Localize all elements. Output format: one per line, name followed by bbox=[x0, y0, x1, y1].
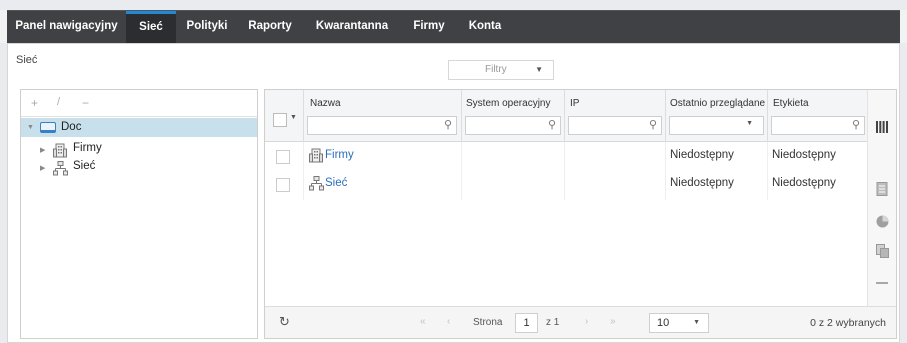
last-seen-filter-select[interactable]: ▼ bbox=[669, 116, 764, 135]
tree-node-label: Sieć bbox=[73, 160, 96, 172]
os-filter-input[interactable]: ⚲ bbox=[465, 116, 561, 135]
row-name-link[interactable]: Firmy bbox=[325, 149, 354, 161]
chevron-down-icon[interactable]: ▼ bbox=[290, 114, 297, 121]
row-name-link[interactable]: Sieć bbox=[325, 177, 347, 189]
tree-node-network[interactable]: ▶ Sieć bbox=[21, 159, 257, 178]
add-group-button[interactable]: + bbox=[31, 96, 38, 110]
table-row[interactable]: Sieć Niedostępny Niedostępny bbox=[265, 172, 863, 202]
tree-node-companies[interactable]: ▶ Firmy bbox=[21, 141, 257, 160]
network-icon bbox=[53, 161, 68, 183]
breadcrumb: Sieć bbox=[16, 54, 38, 66]
tab-companies[interactable]: Firmy bbox=[402, 11, 456, 44]
tab-accounts[interactable]: Konta bbox=[456, 11, 514, 44]
last-page-button[interactable]: » bbox=[610, 316, 616, 327]
tab-dashboard[interactable]: Panel nawigacyjny bbox=[7, 11, 126, 44]
filters-label: Filtry bbox=[485, 64, 507, 75]
select-all-checkbox[interactable] bbox=[273, 113, 287, 127]
collapse-arrow-icon[interactable]: ▼ bbox=[27, 118, 34, 137]
row-checkbox[interactable] bbox=[276, 178, 290, 192]
prev-page-button[interactable]: ‹ bbox=[447, 316, 450, 327]
row-label: Niedostępny bbox=[772, 177, 836, 189]
tab-quarantine[interactable]: Kwarantanna bbox=[302, 11, 402, 44]
tab-network[interactable]: Sieć bbox=[126, 11, 176, 44]
tree-node-label: Firmy bbox=[73, 142, 102, 154]
column-divider bbox=[767, 90, 768, 142]
page-label: Strona bbox=[473, 317, 503, 328]
tab-policies[interactable]: Polityki bbox=[176, 11, 238, 44]
group-tree-panel: + / − ▼ Doc ▶ Firmy ▶ Sieć bbox=[20, 89, 258, 339]
page-size-value: 10 bbox=[657, 317, 670, 329]
page-size-select[interactable]: 10 ▼ bbox=[649, 313, 709, 333]
column-header-last-seen[interactable]: Ostatnio przeglądane bbox=[670, 98, 765, 109]
tree-node-label: Doc bbox=[61, 121, 82, 133]
pagination-bar: ↻ « ‹ Strona 1 z 1 › » 10 ▼ 0 z 2 wybran… bbox=[265, 306, 896, 338]
report-icon[interactable] bbox=[868, 174, 896, 204]
selection-count: 0 z 2 wybranych bbox=[810, 317, 886, 329]
remove-icon[interactable] bbox=[868, 268, 896, 298]
tree-toolbar: + / − bbox=[21, 90, 257, 117]
network-icon bbox=[309, 176, 324, 194]
refresh-icon[interactable]: ↻ bbox=[279, 314, 290, 330]
chevron-down-icon: ▼ bbox=[535, 65, 543, 74]
row-checkbox[interactable] bbox=[276, 150, 290, 164]
search-icon: ⚲ bbox=[443, 119, 452, 131]
next-page-button[interactable]: › bbox=[585, 316, 588, 327]
expand-arrow-icon[interactable]: ▶ bbox=[40, 141, 45, 160]
expand-arrow-icon[interactable]: ▶ bbox=[40, 159, 45, 178]
page-content: Sieć Filtry ▼ + / − ▼ Doc ▶ Firmy ▶ Sieć… bbox=[7, 43, 900, 343]
copy-document-icon[interactable] bbox=[868, 236, 896, 266]
label-filter-input[interactable]: ⚲ bbox=[771, 116, 865, 135]
column-divider bbox=[303, 90, 304, 142]
column-header-os[interactable]: System operacyjny bbox=[466, 98, 550, 109]
column-header-name[interactable]: Nazwa bbox=[310, 98, 341, 109]
pie-chart-icon[interactable] bbox=[868, 206, 896, 236]
endpoints-grid: ▼ Nazwa ⚲ System operacyjny ⚲ IP ⚲ Ostat… bbox=[264, 89, 897, 339]
tree-node-root[interactable]: ▼ Doc bbox=[21, 118, 257, 137]
chevron-down-icon: ▼ bbox=[746, 120, 753, 127]
tab-reports[interactable]: Raporty bbox=[238, 11, 302, 44]
column-divider bbox=[461, 90, 462, 142]
row-label: Niedostępny bbox=[772, 149, 836, 161]
table-row[interactable]: Firmy Niedostępny Niedostępny bbox=[265, 144, 863, 174]
name-filter-input[interactable]: ⚲ bbox=[307, 116, 457, 135]
column-header-ip[interactable]: IP bbox=[570, 98, 579, 109]
first-page-button[interactable]: « bbox=[420, 316, 426, 327]
page-count-label: z 1 bbox=[546, 317, 560, 328]
search-icon: ⚲ bbox=[648, 119, 657, 131]
row-last-seen: Niedostępny bbox=[670, 149, 734, 161]
chevron-down-icon: ▼ bbox=[693, 319, 700, 326]
column-header-label[interactable]: Etykieta bbox=[773, 98, 809, 109]
column-divider bbox=[564, 90, 565, 142]
grid-header: ▼ Nazwa ⚲ System operacyjny ⚲ IP ⚲ Ostat… bbox=[265, 90, 896, 142]
top-navigation-bar: Panel nawigacyjny Sieć Polityki Raporty … bbox=[7, 10, 900, 44]
folder-icon bbox=[40, 121, 56, 141]
edit-group-button[interactable]: / bbox=[57, 96, 60, 108]
ip-filter-input[interactable]: ⚲ bbox=[568, 116, 662, 135]
search-icon: ⚲ bbox=[851, 119, 860, 131]
search-icon: ⚲ bbox=[547, 119, 556, 131]
top-navigation: Panel nawigacyjny Sieć Polityki Raporty … bbox=[0, 10, 907, 44]
page-number-input[interactable]: 1 bbox=[515, 313, 538, 333]
row-last-seen: Niedostępny bbox=[670, 177, 734, 189]
columns-icon[interactable] bbox=[868, 112, 896, 142]
remove-group-button[interactable]: − bbox=[82, 96, 89, 110]
action-sidebar bbox=[867, 90, 896, 338]
filters-dropdown[interactable]: Filtry ▼ bbox=[448, 60, 554, 80]
building-icon bbox=[309, 148, 323, 166]
column-divider bbox=[665, 90, 666, 142]
